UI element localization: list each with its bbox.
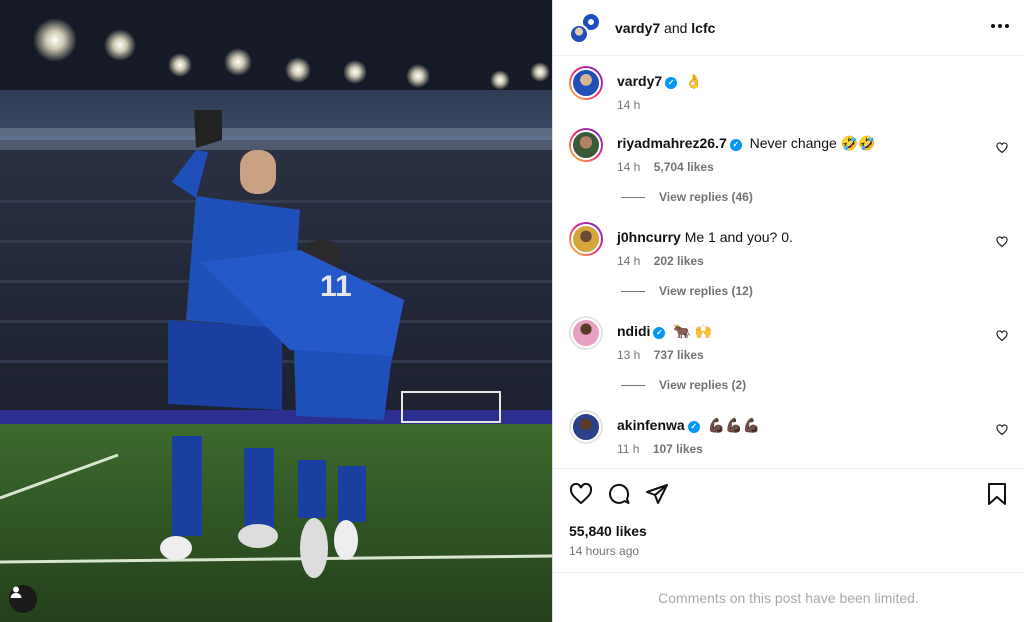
heart-icon <box>569 482 593 505</box>
heart-icon <box>996 424 1008 436</box>
heart-icon <box>996 142 1008 154</box>
bookmark-icon <box>988 483 1006 505</box>
header-username-1[interactable]: vardy7 <box>615 20 660 36</box>
comments-list[interactable]: vardy7 ✓ 👌 14 h riyadmahrez26.7 ✓ Never ch… <box>553 56 1024 468</box>
verified-icon: ✓ <box>687 421 700 433</box>
caption: vardy7 ✓ 👌 14 h <box>569 66 1008 114</box>
comment-item: riyadmahrez26.7 ✓ Never change 🤣🤣 14 h 5,… <box>569 128 1008 174</box>
comment-button[interactable] <box>607 482 631 506</box>
post-photo[interactable]: 11 <box>0 0 552 622</box>
replies-divider <box>621 196 645 198</box>
heart-icon <box>996 330 1008 342</box>
caption-username[interactable]: vardy7 <box>617 73 662 89</box>
comment-username[interactable]: akinfenwa <box>617 417 685 433</box>
avatar[interactable] <box>569 128 603 162</box>
view-replies-button[interactable]: View replies (46) <box>621 188 1008 206</box>
post-likes-count[interactable]: 55,840 likes <box>569 523 1008 539</box>
user-tag-button[interactable] <box>9 585 37 613</box>
verified-icon: ✓ <box>665 77 678 89</box>
save-button[interactable] <box>986 482 1008 506</box>
post-actions: 55,840 likes 14 hours ago <box>553 468 1024 572</box>
comment-item: ndidi ✓ 🐂 🙌 13 h 737 likes <box>569 316 1008 362</box>
more-options-button[interactable] <box>990 18 1010 37</box>
comment-text: 🐂 🙌 <box>673 323 713 339</box>
view-replies-label: View replies (2) <box>659 378 747 392</box>
view-replies-label: View replies (12) <box>659 284 753 298</box>
caption-text: 👌 <box>685 73 703 89</box>
post-timestamp[interactable]: 14 hours ago <box>569 544 1008 558</box>
share-button[interactable] <box>645 482 669 506</box>
post-details-panel: vardy7 and lcfc vardy7 ✓ 👌 14 h riyadmah… <box>552 0 1024 622</box>
photo-artwork: 11 <box>0 0 552 622</box>
comments-limited-notice: Comments on this post have been limited. <box>553 572 1024 622</box>
view-replies-label: View replies (46) <box>659 190 753 204</box>
share-icon <box>646 484 668 504</box>
comment-likes[interactable]: 737 likes <box>654 348 704 362</box>
post-header: vardy7 and lcfc <box>553 0 1024 56</box>
comment-username[interactable]: riyadmahrez26.7 <box>617 135 727 151</box>
comment-item: j0hncurry Me 1 and you? 0. 14 h 202 like… <box>569 222 1008 268</box>
collab-avatars[interactable] <box>569 11 601 44</box>
comment-time: 13 h <box>617 348 641 362</box>
view-replies-button[interactable]: View replies (12) <box>621 282 1008 300</box>
comment-likes[interactable]: 5,704 likes <box>654 160 714 174</box>
comment-like-button[interactable] <box>996 423 1008 441</box>
comment-likes[interactable]: 202 likes <box>654 254 704 268</box>
avatar[interactable] <box>569 66 603 100</box>
comment-time: 11 h <box>617 442 640 456</box>
comment-like-button[interactable] <box>996 329 1008 347</box>
header-username-2[interactable]: lcfc <box>691 20 715 36</box>
view-replies-button[interactable]: View replies (2) <box>621 376 1008 394</box>
comment-likes[interactable]: 107 likes <box>653 442 703 456</box>
comment-username[interactable]: j0hncurry <box>617 229 681 245</box>
comment-text: Never change 🤣🤣 <box>749 135 876 151</box>
heart-icon <box>996 236 1008 248</box>
avatar[interactable] <box>569 222 603 256</box>
comment-text: Me 1 and you? 0. <box>684 229 793 245</box>
avatar[interactable] <box>569 316 603 350</box>
comment-time: 14 h <box>617 254 641 268</box>
comment-like-button[interactable] <box>996 235 1008 253</box>
replies-divider <box>621 290 645 292</box>
comment-text: 💪🏿💪🏿💪🏿 <box>707 417 760 433</box>
collab-avatar-vardy <box>569 23 589 44</box>
comment-item: akinfenwa ✓ 💪🏿💪🏿💪🏿 11 h 107 likes <box>569 410 1008 456</box>
collab-title: vardy7 and lcfc <box>615 20 990 36</box>
comment-username[interactable]: ndidi <box>617 323 650 339</box>
comment-time: 14 h <box>617 160 641 174</box>
action-icons <box>569 481 1008 507</box>
comment-like-button[interactable] <box>996 141 1008 159</box>
verified-icon: ✓ <box>653 327 666 339</box>
comment-icon <box>609 483 630 504</box>
like-button[interactable] <box>569 482 593 506</box>
caption-time: 14 h <box>617 98 641 112</box>
replies-divider <box>621 384 645 386</box>
avatar[interactable] <box>569 410 603 444</box>
more-icon <box>991 24 1009 28</box>
verified-icon: ✓ <box>729 139 742 151</box>
header-joiner: and <box>664 19 688 36</box>
svg-text:11: 11 <box>320 270 352 303</box>
user-tag-icon <box>10 586 22 598</box>
